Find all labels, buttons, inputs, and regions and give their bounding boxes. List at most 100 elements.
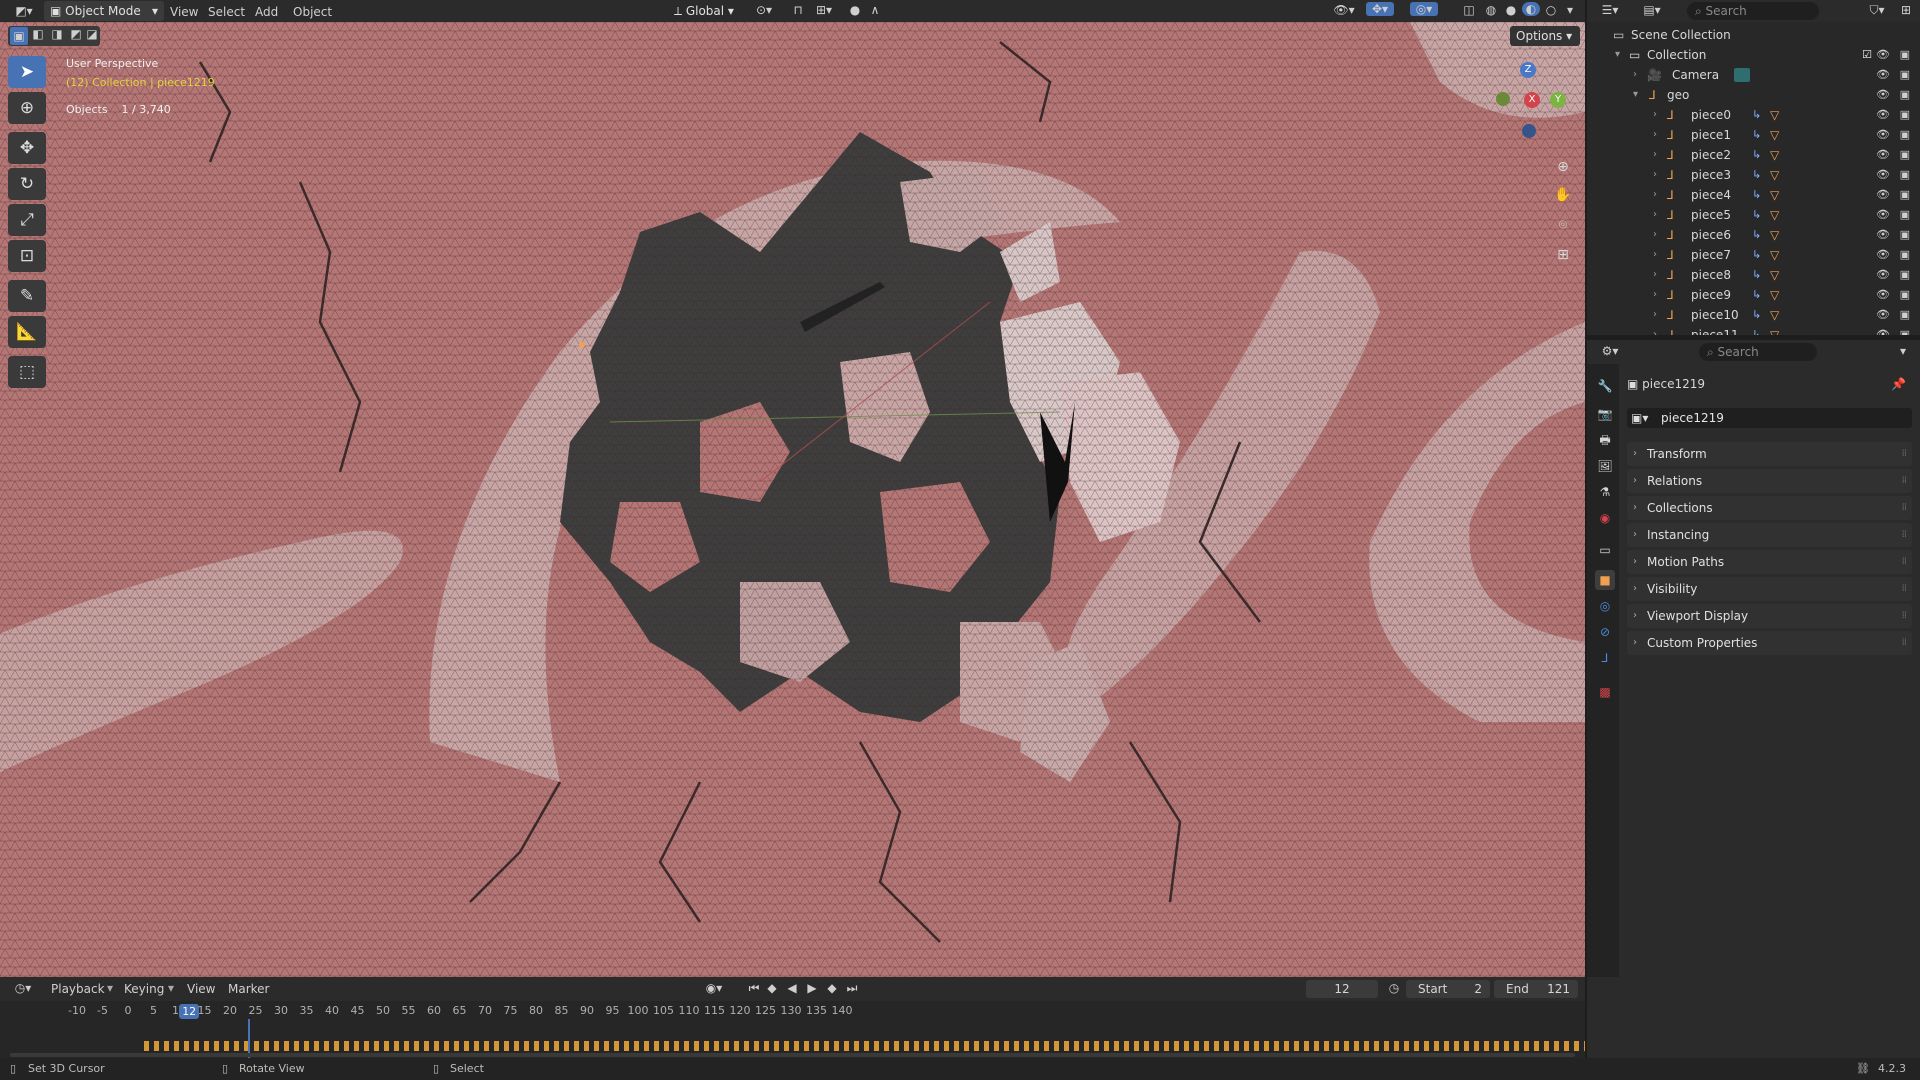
outliner-search-input[interactable]: ⌕ Search (1687, 2, 1819, 20)
cursor-tool-button[interactable]: ⊕ (8, 92, 46, 124)
menu-view[interactable]: View (164, 2, 204, 22)
render-camera-icon[interactable]: ▣ (1900, 285, 1910, 305)
move-tool-button[interactable]: ✥ (8, 132, 46, 164)
drag-grip-icon[interactable]: ⁞⁞ (1902, 604, 1907, 628)
zoom-icon[interactable]: ⊕ (1550, 154, 1576, 180)
outliner-row-camera[interactable]: › 🎥 Camera 👁 ▣ (1587, 65, 1920, 85)
drag-grip-icon[interactable]: ⁞⁞ (1902, 469, 1907, 493)
eye-icon[interactable]: 👁 (1876, 165, 1890, 185)
drag-grip-icon[interactable]: ⁞⁞ (1902, 496, 1907, 520)
select-intersect-icon[interactable]: ◪ (85, 27, 99, 41)
render-camera-icon[interactable]: ▣ (1900, 65, 1910, 85)
outliner-editor-icon[interactable]: ☰▾ (1597, 3, 1623, 17)
prev-keyframe-icon[interactable]: ◆ (764, 981, 780, 995)
expand-arrow-icon[interactable]: › (1653, 305, 1657, 325)
menu-playback[interactable]: Playback (45, 981, 111, 997)
render-camera-icon[interactable]: ▣ (1900, 165, 1910, 185)
solid-shading-icon[interactable]: ● (1502, 3, 1520, 17)
render-camera-icon[interactable]: ▣ (1900, 325, 1910, 335)
eye-icon[interactable]: 👁 (1876, 225, 1890, 245)
expand-arrow-icon[interactable]: › (1653, 165, 1657, 185)
object-name-field[interactable]: ▣▾ piece1219 (1627, 408, 1912, 428)
editor-type-icon[interactable]: ◩▾ (10, 2, 38, 20)
expand-arrow-icon[interactable]: › (1653, 185, 1657, 205)
play-reverse-icon[interactable]: ◀ (784, 981, 800, 995)
render-camera-icon[interactable]: ▣ (1900, 205, 1910, 225)
render-camera-icon[interactable]: ▣ (1900, 145, 1910, 165)
xray-icon[interactable]: ◫ (1460, 3, 1478, 17)
expand-arrow-icon[interactable]: › (1653, 105, 1657, 125)
drag-grip-icon[interactable]: ⁞⁞ (1902, 550, 1907, 574)
eye-icon[interactable]: 👁 (1876, 265, 1890, 285)
jump-start-icon[interactable]: ⏮ (746, 981, 762, 996)
options-dropdown[interactable]: Options ▾ (1510, 26, 1580, 46)
select-subtract-icon[interactable]: ◨ (48, 27, 66, 41)
menu-keying[interactable]: Keying (118, 981, 170, 997)
outliner-row-piece[interactable]: › ⅃ piece11 ↳ ▽ 👁 ▣ (1587, 325, 1920, 335)
render-camera-icon[interactable]: ▣ (1900, 85, 1910, 105)
outliner-row-collection[interactable]: ▾ ▭ Collection ☑ 👁 ▣ (1587, 45, 1920, 65)
object-data-tab-icon[interactable]: ⅃ (1595, 648, 1615, 668)
eye-icon[interactable]: 👁 (1876, 185, 1890, 205)
mode-dropdown[interactable]: ▣ Object Mode ▾ (44, 1, 164, 21)
eye-icon[interactable]: 👁 (1876, 105, 1890, 125)
panel-custom-properties[interactable]: › Custom Properties ⁞⁞ (1627, 631, 1912, 655)
timeline-editor-icon[interactable]: ◷▾ (10, 981, 36, 995)
menu-add[interactable]: Add (249, 2, 284, 22)
render-camera-icon[interactable]: ▣ (1900, 265, 1910, 285)
panel-visibility[interactable]: › Visibility ⁞⁞ (1627, 577, 1912, 601)
gizmo-toggle-icon[interactable]: ✥▾ (1366, 2, 1394, 16)
outliner-row-piece[interactable]: › ⅃ piece8 ↳ ▽ 👁 ▣ (1587, 265, 1920, 285)
expand-arrow-icon[interactable]: › (1653, 205, 1657, 225)
constraints-tab-icon[interactable]: ⊘ (1595, 622, 1615, 642)
gizmo-neg-y[interactable] (1496, 92, 1510, 106)
annotate-tool-button[interactable]: ✎ (8, 280, 46, 312)
menu-object[interactable]: Object (287, 2, 338, 22)
gizmo-y-axis[interactable]: Y (1550, 92, 1566, 108)
outliner-row-piece[interactable]: › ⅃ piece5 ↳ ▽ 👁 ▣ (1587, 205, 1920, 225)
properties-options-icon[interactable]: ▾ (1895, 344, 1911, 358)
menu-select[interactable]: Select (202, 2, 251, 22)
panel-relations[interactable]: › Relations ⁞⁞ (1627, 469, 1912, 493)
output-tab-icon[interactable]: 🖶 (1595, 430, 1615, 450)
panel-instancing[interactable]: › Instancing ⁞⁞ (1627, 523, 1912, 547)
proportional-edit-icon[interactable]: ● (846, 3, 864, 17)
expand-arrow-icon[interactable]: › (1633, 65, 1637, 85)
outliner-row-piece[interactable]: › ⅃ piece7 ↳ ▽ 👁 ▣ (1587, 245, 1920, 265)
outliner-row-piece[interactable]: › ⅃ piece3 ↳ ▽ 👁 ▣ (1587, 165, 1920, 185)
scale-tool-button[interactable]: ⤢ (8, 204, 46, 236)
expand-arrow-icon[interactable]: › (1653, 245, 1657, 265)
next-keyframe-icon[interactable]: ◆ (824, 981, 840, 995)
current-frame-field[interactable]: 12 (1306, 980, 1378, 998)
physics-tab-icon[interactable]: ◎ (1595, 596, 1615, 616)
expand-arrow-icon[interactable]: ▾ (1615, 45, 1620, 65)
start-frame-field[interactable]: Start 2 (1406, 980, 1490, 998)
display-mode-icon[interactable]: ▤▾ (1639, 3, 1665, 17)
gizmo-x-axis[interactable]: X (1524, 92, 1540, 108)
drag-grip-icon[interactable]: ⁞⁞ (1902, 523, 1907, 547)
rotate-tool-button[interactable]: ↻ (8, 168, 46, 200)
render-camera-icon[interactable]: ▣ (1900, 105, 1910, 125)
expand-arrow-icon[interactable]: › (1653, 285, 1657, 305)
pivot-icon[interactable]: ⊙▾ (752, 3, 776, 17)
pin-icon[interactable]: 📌 (1891, 374, 1906, 394)
eye-icon[interactable]: 👁 (1876, 45, 1890, 65)
measure-tool-button[interactable]: 📐 (8, 316, 46, 348)
render-camera-icon[interactable]: ▣ (1900, 45, 1910, 65)
rendered-shading-icon[interactable]: ○ (1542, 3, 1560, 17)
outliner-row-piece[interactable]: › ⅃ piece10 ↳ ▽ 👁 ▣ (1587, 305, 1920, 325)
menu-timeline-view[interactable]: View (181, 981, 221, 997)
gizmo-neg-z[interactable] (1522, 124, 1536, 138)
drag-grip-icon[interactable]: ⁞⁞ (1902, 631, 1907, 655)
texture-tab-icon[interactable]: ▩ (1595, 682, 1615, 702)
orientation-dropdown[interactable]: ⟂ Global ▾ (668, 1, 752, 21)
expand-arrow-icon[interactable]: › (1653, 225, 1657, 245)
properties-search-input[interactable]: ⌕ Search (1699, 343, 1817, 361)
wireframe-shading-icon[interactable]: ◍ (1482, 3, 1500, 17)
eye-icon[interactable]: 👁 (1876, 325, 1890, 335)
outliner-row-piece[interactable]: › ⅃ piece6 ↳ ▽ 👁 ▣ (1587, 225, 1920, 245)
select-extend-icon[interactable]: ◧ (29, 27, 47, 41)
outliner-row-piece[interactable]: › ⅃ piece0 ↳ ▽ 👁 ▣ (1587, 105, 1920, 125)
render-camera-icon[interactable]: ▣ (1900, 125, 1910, 145)
outliner-row-geo[interactable]: ▾ ⅃ geo 👁 ▣ (1587, 85, 1920, 105)
